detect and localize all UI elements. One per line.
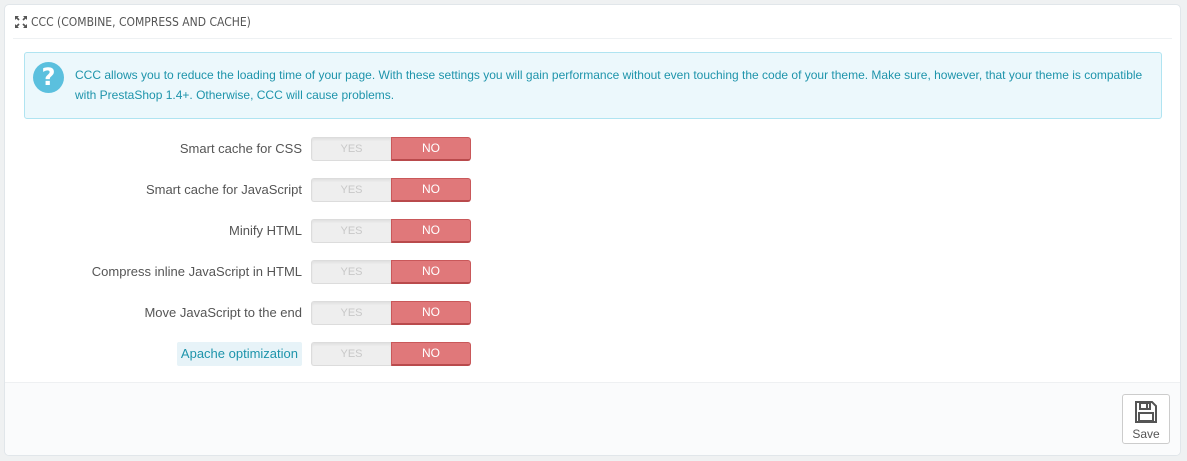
setting-label: Minify HTML (229, 223, 302, 238)
info-alert: ? CCC allows you to reduce the loading t… (24, 52, 1162, 119)
panel-title: CCC (COMBINE, COMPRESS AND CACHE) (31, 14, 251, 29)
ccc-panel: CCC (COMBINE, COMPRESS AND CACHE) ? CCC … (4, 4, 1181, 456)
no-option[interactable]: NO (391, 178, 471, 202)
yes-option[interactable]: YES (311, 137, 391, 161)
setting-label-help[interactable]: Apache optimization (176, 342, 302, 366)
save-button[interactable]: Save (1122, 394, 1170, 444)
apache-optimization-switch[interactable]: YES NO (311, 342, 471, 368)
minify-html-switch[interactable]: YES NO (311, 219, 471, 245)
yes-option[interactable]: YES (311, 178, 391, 202)
no-option[interactable]: NO (391, 301, 471, 325)
panel-heading: CCC (COMBINE, COMPRESS AND CACHE) (13, 5, 1172, 39)
no-option[interactable]: NO (391, 342, 471, 366)
alert-text: CCC allows you to reduce the loading tim… (75, 68, 1143, 102)
setting-row-move-js-end: Move JavaScript to the end YES NO (5, 301, 1180, 327)
setting-row-apache-optimization: Apache optimization YES NO (5, 342, 1180, 368)
setting-label: Move JavaScript to the end (144, 305, 302, 320)
floppy-disk-icon (1123, 400, 1169, 427)
yes-option[interactable]: YES (311, 260, 391, 284)
setting-label: Compress inline JavaScript in HTML (91, 264, 302, 279)
no-option[interactable]: NO (391, 219, 471, 243)
yes-option[interactable]: YES (311, 301, 391, 325)
setting-label: Smart cache for JavaScript (145, 182, 302, 197)
smart-cache-js-switch[interactable]: YES NO (311, 178, 471, 204)
no-option[interactable]: NO (391, 260, 471, 284)
panel-footer: Save (5, 382, 1180, 455)
arrows-expand-icon (15, 15, 27, 28)
setting-row-smart-cache-js: Smart cache for JavaScript YES NO (5, 178, 1180, 204)
save-label: Save (1132, 427, 1160, 441)
yes-option[interactable]: YES (311, 219, 391, 243)
compress-inline-js-switch[interactable]: YES NO (311, 260, 471, 286)
no-option[interactable]: NO (391, 137, 471, 161)
yes-option[interactable]: YES (311, 342, 391, 366)
setting-row-compress-inline-js: Compress inline JavaScript in HTML YES N… (5, 260, 1180, 286)
question-icon: ? (33, 62, 64, 93)
setting-label: Smart cache for CSS (179, 141, 302, 156)
setting-row-smart-cache-css: Smart cache for CSS YES NO (5, 137, 1180, 163)
move-js-end-switch[interactable]: YES NO (311, 301, 471, 327)
setting-row-minify-html: Minify HTML YES NO (5, 219, 1180, 245)
smart-cache-css-switch[interactable]: YES NO (311, 137, 471, 163)
